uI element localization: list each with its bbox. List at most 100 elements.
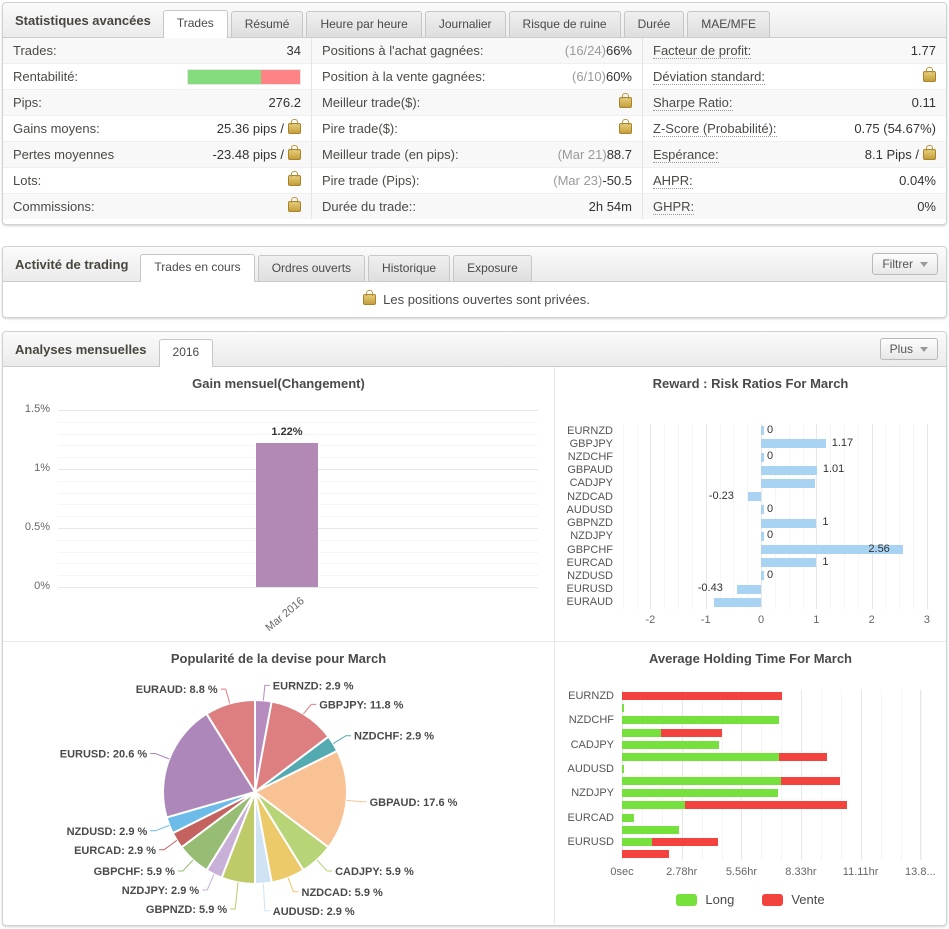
stat-value-muted: (6/10) <box>572 69 606 84</box>
lock-icon <box>923 71 936 82</box>
y-axis-tick-label: 1.5% <box>3 403 50 415</box>
bar-long-nzdusd[interactable] <box>622 826 679 834</box>
stat-label: Z-Score (Probabilité): <box>653 121 777 137</box>
bar-eurusd[interactable] <box>737 585 761 594</box>
legend-item-vente[interactable]: Vente <box>762 892 824 907</box>
bar-value-label: 1.17 <box>832 437 853 449</box>
category-label-audusd: AUDUSD <box>555 504 613 516</box>
bar-nzdjpy[interactable] <box>761 532 764 541</box>
stat-value-text: 88.7 <box>607 147 632 162</box>
profitability-bar <box>187 69 301 85</box>
bar-euraud[interactable] <box>714 598 761 607</box>
bar-gbpnzd[interactable] <box>761 519 816 528</box>
category-label-audusd: AUDUSD <box>555 763 614 775</box>
bar-long-nzdjpy[interactable] <box>622 789 778 797</box>
tab-ordres-ouverts[interactable]: Ordres ouverts <box>258 255 365 281</box>
trading-activity-tabs: Trades en coursOrdres ouvertsHistoriqueE… <box>140 254 534 281</box>
bar-nzdchf[interactable] <box>761 453 764 462</box>
category-label-eurnzd: EURNZD <box>555 425 613 437</box>
profitability-green-segment <box>188 70 261 84</box>
pie-label-connector <box>150 754 169 759</box>
tab-exposure[interactable]: Exposure <box>453 255 532 281</box>
gridline <box>913 424 914 609</box>
pie-label-audusd: AUDUSD: 2.9 % <box>273 906 355 918</box>
bar-gbpjpy[interactable] <box>761 439 826 448</box>
tab-historique[interactable]: Historique <box>368 255 450 281</box>
legend-item-long[interactable]: Long <box>676 892 734 907</box>
stat-row: AHPR:0.04% <box>643 168 946 194</box>
bar-long-gbpnzd[interactable] <box>622 777 781 785</box>
stat-label: Lots: <box>13 173 41 188</box>
tab-risque-de-ruine[interactable]: Risque de ruine <box>509 11 621 37</box>
tab-mae-mfe[interactable]: MAE/MFE <box>687 11 770 37</box>
x-axis-tick-label: 5.56hr <box>717 866 765 878</box>
bar-vente-gbpaud[interactable] <box>661 729 722 737</box>
tab-dur-e[interactable]: Durée <box>624 11 685 37</box>
bar-value-label: 0 <box>767 503 773 515</box>
tab-journalier[interactable]: Journalier <box>425 11 506 37</box>
x-axis-tick-label: 2 <box>857 614 887 626</box>
x-axis-tick-label: -2 <box>635 614 665 626</box>
tab-trades-en-cours[interactable]: Trades en cours <box>140 254 254 282</box>
private-positions-message: Les positions ouvertes sont privées. <box>383 292 590 307</box>
tab-heure-par-heure[interactable]: Heure par heure <box>306 11 421 37</box>
stat-row: Gains moyens:25.36 pips / <box>3 116 311 142</box>
bar-long-gbpaud[interactable] <box>622 729 661 737</box>
filter-button[interactable]: Filtrer <box>872 253 938 275</box>
bar-audusd[interactable] <box>761 505 764 514</box>
stats-column-2: Positions à l'achat gagnées:(16/24) 66%P… <box>312 38 643 219</box>
stat-row: Durée du trade::2h 54m <box>312 194 642 219</box>
legend-swatch-vente <box>762 894 783 906</box>
bar-vente-gbpnzd[interactable] <box>781 777 840 785</box>
bar-long-cadjpy[interactable] <box>622 741 719 749</box>
stat-value-text: 66% <box>606 43 632 58</box>
gridline <box>747 424 748 609</box>
stat-label: Durée du trade:: <box>322 199 416 214</box>
pie-label-connector <box>333 736 351 744</box>
bar-vente-nzdcad[interactable] <box>779 753 826 761</box>
bar-gbpaud[interactable] <box>761 466 817 475</box>
stat-row: Déviation standard: <box>643 64 946 90</box>
bar-long-gbpjpy[interactable] <box>622 704 624 712</box>
tab-r-sum[interactable]: Résumé <box>231 11 304 37</box>
bar-cadjpy[interactable] <box>761 479 815 488</box>
x-axis-tick-label: 1 <box>801 614 831 626</box>
bar-long-nzdcad[interactable] <box>622 753 779 761</box>
monthly-analytics-tabs: 2016 <box>159 339 217 366</box>
pie-label-euraud: EURAUD: 8.8 % <box>136 684 218 696</box>
bar-nzdcad[interactable] <box>748 492 761 501</box>
pie-svg: EURNZD: 2.9 %GBPJPY: 11.8 %NZDCHF: 2.9 %… <box>3 642 554 924</box>
bar-value-label: 0 <box>767 424 773 436</box>
gridline <box>858 424 859 609</box>
gridline <box>816 424 817 609</box>
bar-long-audusd[interactable] <box>622 765 624 773</box>
gridline <box>844 424 845 609</box>
reward-risk-chart: Reward : Risk Ratios For March-2-10123EU… <box>555 367 946 642</box>
gridline <box>789 424 790 609</box>
stat-value: (Mar 21) 88.7 <box>558 147 632 162</box>
bar-long-eurcad[interactable] <box>622 814 634 822</box>
bar-long-nzdchf[interactable] <box>622 716 779 724</box>
bar-vente-eurnzd[interactable] <box>622 692 782 700</box>
gridline <box>861 690 862 860</box>
bar-vente-eurusd[interactable] <box>652 838 719 846</box>
bar-eurnzd[interactable] <box>761 426 764 435</box>
gridline <box>872 424 873 609</box>
bar-eurcad[interactable] <box>761 558 816 567</box>
stats-column-3: Facteur de profit:1.77Déviation standard… <box>643 38 946 219</box>
bar-value-label: 1.22% <box>257 426 317 438</box>
tab-trades[interactable]: Trades <box>163 10 228 38</box>
bar-long-eurusd[interactable] <box>622 838 652 846</box>
bar-mar-2016[interactable] <box>256 443 318 587</box>
bar-vente-gbpchf[interactable] <box>685 801 847 809</box>
stat-row: Pips:276.2 <box>3 90 311 116</box>
y-axis-tick-label: 0% <box>3 580 50 592</box>
more-button[interactable]: Plus <box>880 338 938 360</box>
bar-nzdusd[interactable] <box>761 571 764 580</box>
gridline <box>781 690 782 860</box>
stat-value <box>615 123 632 134</box>
bar-long-gbpchf[interactable] <box>622 801 685 809</box>
bar-vente-euraud[interactable] <box>622 850 669 858</box>
gridline <box>801 690 802 860</box>
tab-2016[interactable]: 2016 <box>159 339 214 367</box>
